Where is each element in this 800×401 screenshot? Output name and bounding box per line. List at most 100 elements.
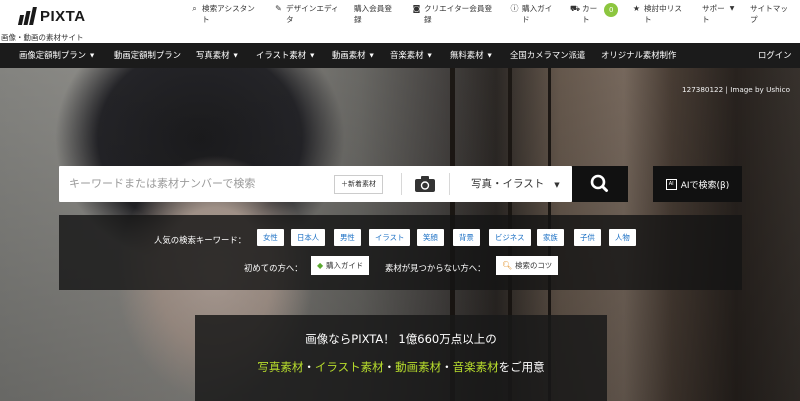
chevron-down-icon: ▼ <box>554 181 560 189</box>
material-type-value: 写真・イラスト <box>471 178 545 190</box>
top-link-sitemap[interactable]: サイトマッ プ <box>750 4 788 25</box>
chevron-down-icon: ▼ <box>487 53 492 59</box>
promo-link-illustrations[interactable]: イラスト素材 <box>315 360 384 374</box>
top-link-label: カー ト <box>582 4 598 24</box>
promo-banner: 画像ならPIXTA！ 1億660万点以上の 写真素材・イラスト素材・動画素材・音… <box>195 315 607 401</box>
promo-separator: ・ <box>441 360 453 374</box>
promo-link-music[interactable]: 音楽素材 <box>453 360 499 374</box>
nav-videos[interactable]: 動画素材 ▼ <box>332 43 374 68</box>
ai-search-label: AIで検索(β) <box>680 180 730 191</box>
top-link-support[interactable]: サポー ト ▼ <box>702 4 734 25</box>
divider <box>449 173 450 195</box>
top-link-creator-register[interactable]: ◙ クリエイター会員登 録 <box>412 4 492 25</box>
search-input[interactable] <box>69 166 329 202</box>
chevron-down-icon: ▼ <box>233 53 238 59</box>
promo-link-photos[interactable]: 写真素材 <box>257 360 303 374</box>
promo-separator: ・ <box>383 360 396 374</box>
nav-label: 音楽素材 <box>390 50 424 60</box>
nav-illustrations[interactable]: イラスト素材 ▼ <box>256 43 314 68</box>
nav-photographer-dispatch[interactable]: 全国カメラマン派遣 <box>510 43 585 68</box>
keyword-chip[interactable]: イラスト <box>369 229 411 246</box>
pixta-logo-icon <box>17 7 37 25</box>
divider <box>401 173 402 195</box>
site-tagline: 画像・動画の素材サイト <box>1 33 84 42</box>
info-icon: ⓘ <box>510 4 519 13</box>
nav-video-subscription[interactable]: 動画定額制プラン <box>114 43 181 68</box>
top-links: ⌕ 検索アシスタン ト ✎ デザインエディ タ 購入会員登 録 ◙ クリエイター… <box>190 3 796 30</box>
keyword-chip[interactable]: 笑顔 <box>417 229 444 246</box>
top-link-search-assistant[interactable]: ⌕ 検索アシスタン ト <box>190 4 255 25</box>
nav-label: 無料素材 <box>450 50 484 60</box>
not-found-label: 素材が見つからない方へ： <box>385 263 486 273</box>
main-nav: 画像定額制プラン ▼ 動画定額制プラン 写真素材 ▼ イラスト素材 ▼ 動画素材 ▼ 音… <box>0 43 800 68</box>
promo-subline: 写真素材・イラスト素材・動画素材・音楽素材をご用意 <box>195 359 607 375</box>
pixta-logo[interactable]: PIXTA <box>17 7 86 25</box>
search-box: ＋新着素材 写真・イラスト ▼ <box>59 166 572 202</box>
search-tips-label: 検索のコツ <box>515 261 553 270</box>
top-link-label: 購入ガイ ド <box>522 4 553 24</box>
top-link-buyer-register[interactable]: 購入会員登 録 <box>354 4 392 25</box>
cart-count-badge: 0 <box>604 3 619 17</box>
logo-text: PIXTA <box>40 7 86 25</box>
keyword-chip[interactable]: ビジネス <box>489 229 531 246</box>
nav-photos[interactable]: 写真素材 ▼ <box>196 43 238 68</box>
first-time-label: 初めての方へ： <box>244 263 303 273</box>
search-tips-button[interactable]: 🔍︎ 検索のコツ <box>496 256 559 275</box>
purchase-guide-label: 購入ガイド <box>326 261 364 270</box>
promo-separator: ・ <box>303 360 315 374</box>
chevron-down-icon: ▼ <box>90 53 95 59</box>
magnifier-icon: 🔍︎ <box>502 261 513 270</box>
chevron-down-icon: ▼ <box>427 53 432 59</box>
star-icon: ★ <box>632 4 641 13</box>
top-link-label: クリエイター会員登 録 <box>424 4 493 24</box>
popular-keywords-label: 人気の検索キーワード： <box>154 235 247 245</box>
keyword-chip[interactable]: 子供 <box>574 229 601 246</box>
new-materials-button[interactable]: ＋新着素材 <box>334 175 383 194</box>
ai-icon: AI <box>665 178 677 190</box>
keyword-chip[interactable]: 女性 <box>257 229 284 246</box>
keyword-chip[interactable]: 男性 <box>334 229 361 246</box>
keyword-chip[interactable]: 人物 <box>609 229 636 246</box>
beginner-icon: ◆ <box>317 261 324 270</box>
nav-music[interactable]: 音楽素材 ▼ <box>390 43 432 68</box>
nav-image-subscription[interactable]: 画像定額制プラン ▼ <box>19 43 94 68</box>
nav-label: イラスト素材 <box>256 50 307 60</box>
search-icon <box>590 174 608 192</box>
nav-label: オリジナル素材制作 <box>601 50 677 60</box>
chevron-down-icon: ▼ <box>729 5 735 12</box>
keyword-chip[interactable]: 背景 <box>453 229 480 246</box>
nav-original-production[interactable]: オリジナル素材制作 <box>601 43 676 68</box>
top-link-cart[interactable]: ⛟ カー ト 0 <box>570 3 619 25</box>
top-link-label: 検討中リス ト <box>644 4 682 24</box>
keyword-chip[interactable]: 家族 <box>537 229 564 246</box>
search-button[interactable] <box>572 166 628 202</box>
nav-label: 動画定額制プラン <box>114 50 181 60</box>
image-credit: 127380122 | Image by Ushico <box>682 85 790 94</box>
camera-icon: ◙ <box>412 4 421 13</box>
promo-headline: 画像ならPIXTA！ 1億660万点以上の <box>305 332 497 346</box>
nav-free[interactable]: 無料素材 ▼ <box>450 43 492 68</box>
nav-label: 画像定額制プラン <box>19 50 86 60</box>
top-link-purchase-guide[interactable]: ⓘ 購入ガイ ド <box>510 4 553 25</box>
chevron-down-icon: ▼ <box>369 53 374 59</box>
material-type-select[interactable]: 写真・イラスト ▼ <box>471 166 560 202</box>
login-link[interactable]: ログイン <box>758 43 792 68</box>
top-link-design-editor[interactable]: ✎ デザインエディ タ <box>274 4 338 25</box>
chevron-down-icon: ▼ <box>310 53 315 59</box>
top-link-wishlist[interactable]: ★ 検討中リス ト <box>632 4 682 25</box>
top-link-label: サイトマッ プ <box>750 4 788 24</box>
promo-suffix: をご用意 <box>498 360 545 374</box>
hero-image: 127380122 | Image by Ushico ＋新着素材 写真・イラス… <box>0 68 800 401</box>
camera-icon[interactable] <box>414 175 436 193</box>
nav-label: 全国カメラマン派遣 <box>510 50 586 60</box>
top-header: PIXTA ⌕ 検索アシスタン ト ✎ デザインエディ タ 購入会員登 録 ◙ … <box>0 0 800 32</box>
cart-icon: ⛟ <box>570 4 581 13</box>
ai-search-button[interactable]: AI AIで検索(β) <box>653 166 742 202</box>
nav-label: 動画素材 <box>332 50 366 60</box>
keyword-panel: 人気の検索キーワード： 女性 日本人 男性 イラスト 笑顔 背景 ビジネス 家族… <box>59 215 742 290</box>
purchase-guide-button[interactable]: ◆ 購入ガイド <box>311 256 370 275</box>
keyword-chip[interactable]: 日本人 <box>291 229 326 246</box>
top-link-label: 購入会員登 録 <box>354 4 392 24</box>
promo-link-videos[interactable]: 動画素材 <box>395 360 441 374</box>
top-link-label: サポー ト <box>702 4 725 24</box>
